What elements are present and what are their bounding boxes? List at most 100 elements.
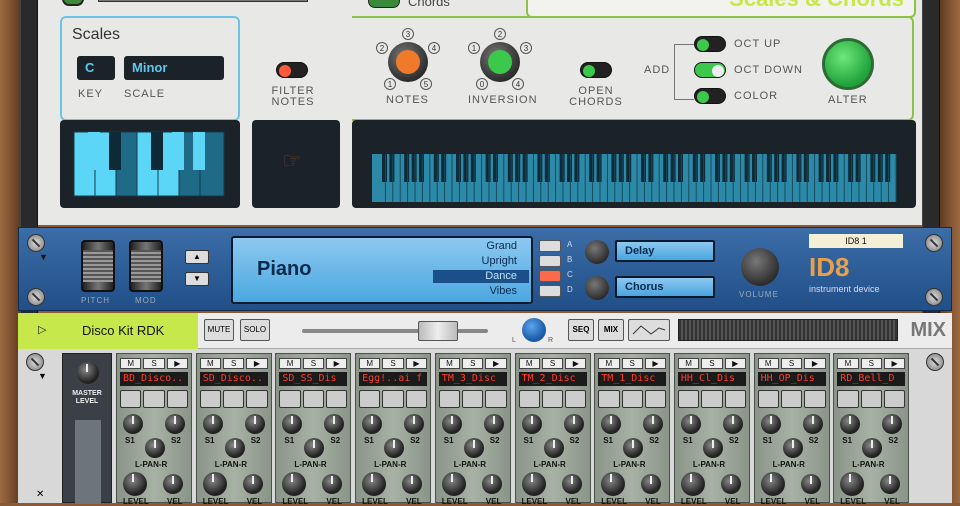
chord-black-key[interactable] <box>729 154 735 182</box>
channel-sort-button[interactable] <box>359 390 381 408</box>
open-chords-toggle[interactable] <box>580 62 612 78</box>
chord-black-key[interactable] <box>522 154 528 182</box>
channel-sort-button[interactable] <box>757 390 779 408</box>
chord-black-key[interactable] <box>663 154 669 182</box>
chord-black-key[interactable] <box>678 154 683 182</box>
chord-black-key[interactable] <box>692 154 698 182</box>
chord-black-key[interactable] <box>411 154 417 182</box>
chord-black-key[interactable] <box>752 154 757 182</box>
pan-knob[interactable] <box>145 438 165 458</box>
chord-black-key[interactable] <box>885 154 891 182</box>
variation-upright[interactable]: Upright <box>482 255 517 267</box>
channel-solo-button[interactable]: S <box>541 358 564 369</box>
channel-folder-button[interactable] <box>302 390 325 408</box>
channel-name[interactable]: TM_2_Disc <box>518 372 587 386</box>
chord-black-key[interactable] <box>781 154 787 182</box>
channel-name[interactable]: HH_OP_Dis <box>757 372 826 386</box>
pan-knob[interactable] <box>543 438 564 458</box>
chord-black-key[interactable] <box>596 154 602 182</box>
channel-folder-button[interactable] <box>462 390 484 408</box>
chord-black-key[interactable] <box>470 154 476 182</box>
channel-solo-button[interactable]: S <box>143 358 165 369</box>
vel-knob[interactable] <box>880 474 901 494</box>
solo-button[interactable]: SOLO <box>240 319 270 341</box>
channel-play-button[interactable]: ▶ <box>644 358 667 369</box>
send2-knob[interactable] <box>244 414 265 434</box>
channel-solo-button[interactable]: S <box>860 358 882 369</box>
chord-black-key[interactable] <box>493 154 498 182</box>
chord-black-key[interactable] <box>611 154 617 182</box>
channel-mute-button[interactable]: M <box>518 358 540 369</box>
channel-folder-button[interactable] <box>382 390 404 408</box>
chord-black-key[interactable] <box>715 154 720 182</box>
mix-button[interactable]: MIX <box>598 319 624 341</box>
level-knob[interactable] <box>680 472 705 496</box>
level-knob[interactable] <box>282 472 307 496</box>
channel-name[interactable]: BD_Disco.. <box>120 372 188 386</box>
channel-folder-button[interactable] <box>701 390 723 408</box>
channel-play-button[interactable]: ▶ <box>724 358 746 369</box>
fold-arrow-icon[interactable]: ▼ <box>38 371 47 381</box>
send2-knob[interactable] <box>404 414 425 434</box>
top-pitch-toggle[interactable] <box>62 0 84 6</box>
channel-name[interactable]: Egg!..ai f <box>359 372 428 386</box>
chord-black-key[interactable] <box>803 154 809 182</box>
channel-play-button[interactable]: ▶ <box>166 358 188 369</box>
chord-black-key[interactable] <box>818 154 824 182</box>
chord-black-key[interactable] <box>544 154 550 182</box>
level-knob[interactable] <box>362 472 387 496</box>
send2-knob[interactable] <box>802 414 823 434</box>
variation-a-button[interactable] <box>539 240 561 252</box>
channel-folder-button[interactable] <box>143 390 165 408</box>
fold-arrow-icon[interactable]: ▼ <box>39 252 48 262</box>
chord-black-key[interactable] <box>463 154 469 182</box>
channel-name[interactable]: SD_SS_Dis <box>279 372 348 386</box>
chord-black-key[interactable] <box>626 154 632 182</box>
vel-knob[interactable] <box>481 474 502 494</box>
chord-black-key[interactable] <box>833 154 839 182</box>
chord-black-key[interactable] <box>382 154 387 182</box>
filter-notes-toggle[interactable] <box>276 62 308 78</box>
fx2-knob[interactable] <box>585 276 609 300</box>
pan-knob[interactable] <box>862 438 883 458</box>
send1-knob[interactable] <box>123 414 143 434</box>
channel-play-button[interactable]: ▶ <box>405 358 428 369</box>
level-knob[interactable] <box>840 472 865 496</box>
scale-keyboard[interactable] <box>60 120 240 208</box>
variation-b-button[interactable] <box>539 255 561 267</box>
chords-toggle[interactable] <box>368 0 400 8</box>
channel-solo-button[interactable]: S <box>462 358 484 369</box>
channel-folder-button[interactable] <box>621 390 643 408</box>
pan-knob[interactable] <box>304 438 325 458</box>
channel-sort-button[interactable] <box>279 390 301 408</box>
chord-black-key[interactable] <box>744 154 750 182</box>
level-knob[interactable] <box>202 472 227 496</box>
fx1-knob[interactable] <box>585 240 609 264</box>
vel-knob[interactable] <box>242 474 263 494</box>
channel-play-button[interactable]: ▶ <box>246 358 268 369</box>
notes-knob[interactable] <box>388 42 428 82</box>
send2-knob[interactable] <box>563 414 584 434</box>
chord-black-key[interactable] <box>485 154 491 182</box>
channel-folder-button[interactable] <box>860 390 882 408</box>
pan-knob[interactable] <box>224 438 245 458</box>
chord-black-key[interactable] <box>766 154 772 182</box>
curve-button[interactable] <box>628 319 670 341</box>
play-arrow-icon[interactable]: ▷ <box>38 323 46 336</box>
send2-knob[interactable] <box>643 414 664 434</box>
level-knob[interactable] <box>123 472 147 496</box>
channel-sort-button[interactable] <box>598 390 620 408</box>
channel-folder-button[interactable] <box>541 390 564 408</box>
channel-sort-button[interactable] <box>677 390 700 408</box>
mod-wheel[interactable] <box>129 240 163 292</box>
alter-button[interactable] <box>822 38 874 90</box>
send1-knob[interactable] <box>601 414 622 434</box>
channel-solo-button[interactable]: S <box>780 358 803 369</box>
channel-play-button[interactable]: ▶ <box>485 358 507 369</box>
chord-black-key[interactable] <box>419 154 424 182</box>
channel-mute-button[interactable]: M <box>120 358 142 369</box>
channel-solo-button[interactable]: S <box>223 358 245 369</box>
send1-knob[interactable] <box>362 414 383 434</box>
chord-black-key[interactable] <box>618 154 624 182</box>
variation-vibes[interactable]: Vibes <box>490 285 517 297</box>
